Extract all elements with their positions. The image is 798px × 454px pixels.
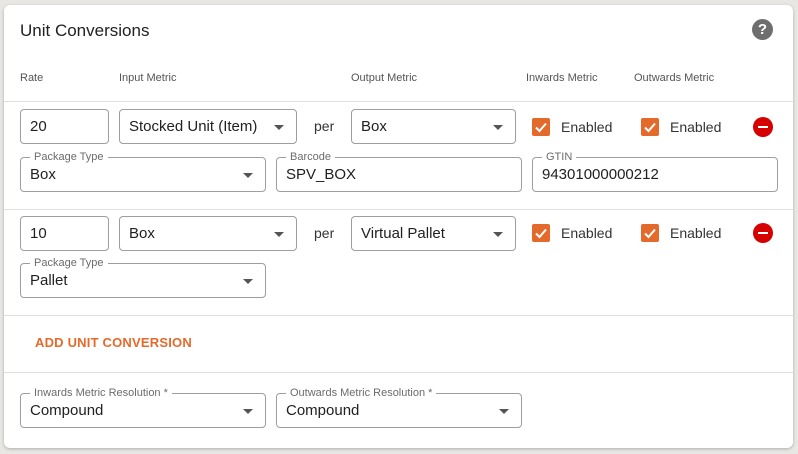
inwards-enabled-checkbox[interactable]	[532, 224, 550, 242]
column-header-inwards-metric: Inwards Metric	[526, 72, 598, 84]
minus-icon	[758, 126, 768, 128]
chevron-down-icon	[499, 409, 509, 414]
outwards-enabled-checkbox[interactable]	[641, 224, 659, 242]
check-icon	[644, 122, 656, 133]
inwards-enabled-label: Enabled	[561, 225, 613, 241]
output-metric-select[interactable]: Box	[351, 109, 516, 144]
inwards-enabled-checkbox[interactable]	[532, 118, 550, 136]
chevron-down-icon	[243, 173, 253, 178]
chevron-down-icon	[243, 279, 253, 284]
outwards-enabled-label: Enabled	[670, 225, 722, 241]
chevron-down-icon	[493, 232, 503, 237]
check-icon	[535, 228, 547, 239]
column-header-output-metric: Output Metric	[351, 72, 418, 84]
inwards-metric-resolution-select[interactable]: Inwards Metric Resolution * Compound	[20, 387, 266, 428]
divider	[4, 209, 793, 210]
gtin-input[interactable]: GTIN 94301000000212	[532, 151, 778, 192]
rate-input[interactable]: 10	[20, 216, 109, 251]
divider	[4, 101, 793, 102]
divider	[4, 372, 793, 373]
rate-input[interactable]: 20	[20, 109, 109, 144]
minus-icon	[758, 232, 768, 234]
barcode-input[interactable]: Barcode SPV_BOX	[276, 151, 522, 192]
chevron-down-icon	[274, 232, 284, 237]
output-metric-select[interactable]: Virtual Pallet	[351, 216, 516, 251]
package-type-select[interactable]: Package Type Pallet	[20, 257, 266, 298]
outwards-enabled-label: Enabled	[670, 119, 722, 135]
divider	[4, 315, 793, 316]
chevron-down-icon	[493, 125, 503, 130]
check-icon	[535, 122, 547, 133]
chevron-down-icon	[274, 125, 284, 130]
input-metric-select[interactable]: Box	[119, 216, 297, 251]
chevron-down-icon	[243, 409, 253, 414]
per-label: per	[314, 225, 335, 241]
input-metric-select[interactable]: Stocked Unit (Item)	[119, 109, 297, 144]
unit-conversions-card: Unit Conversions ? Rate Input Metric Out…	[4, 5, 793, 448]
outwards-metric-resolution-select[interactable]: Outwards Metric Resolution * Compound	[276, 387, 522, 428]
per-label: per	[314, 118, 335, 134]
check-icon	[644, 228, 656, 239]
inwards-enabled-label: Enabled	[561, 119, 613, 135]
package-type-select[interactable]: Package Type Box	[20, 151, 266, 192]
column-header-rate: Rate	[20, 72, 44, 84]
remove-conversion-button[interactable]	[753, 117, 773, 137]
add-unit-conversion-button[interactable]: ADD UNIT CONVERSION	[35, 335, 192, 350]
column-header-input-metric: Input Metric	[119, 72, 177, 84]
remove-conversion-button[interactable]	[753, 223, 773, 243]
outwards-enabled-checkbox[interactable]	[641, 118, 659, 136]
card-title: Unit Conversions	[20, 21, 150, 40]
column-header-outwards-metric: Outwards Metric	[634, 72, 715, 84]
help-icon[interactable]: ?	[752, 19, 773, 40]
